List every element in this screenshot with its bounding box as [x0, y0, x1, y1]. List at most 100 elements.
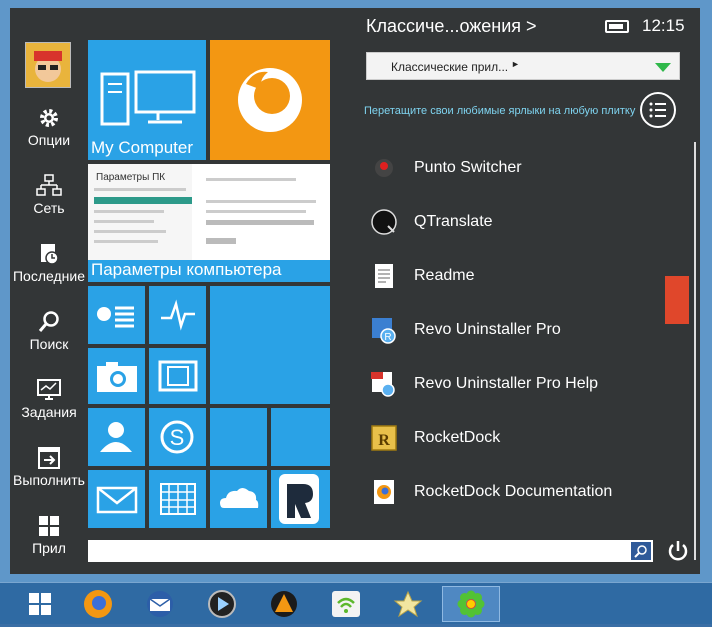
- recent-icon: [41, 244, 59, 265]
- tile-firefox[interactable]: [210, 40, 330, 160]
- sidebar: Опции Сеть Последние Поиск Задания Выпол…: [10, 8, 88, 574]
- tile-empty-2[interactable]: [271, 408, 330, 466]
- taskbar-firefox[interactable]: [74, 586, 122, 622]
- firefox-icon: [238, 68, 302, 132]
- sidebar-item-recent[interactable]: Последние: [10, 242, 88, 304]
- person-icon: [100, 422, 132, 452]
- media-player-icon: [208, 590, 236, 618]
- power-button[interactable]: [665, 538, 691, 564]
- tile-my-computer[interactable]: My Computer: [88, 40, 206, 160]
- list-item-revo-uninstaller-help[interactable]: Revo Uninstaller Pro Help: [370, 362, 660, 406]
- tile-calendar[interactable]: [149, 470, 206, 528]
- list-item-rocketdock-documentation[interactable]: RocketDock Documentation: [370, 470, 660, 514]
- aimp-icon: [271, 591, 297, 617]
- sidebar-item-label: Задания: [21, 404, 77, 420]
- preview-title: Параметры ПК: [96, 172, 166, 183]
- list-icon: [649, 102, 666, 118]
- camera-icon: [97, 362, 137, 392]
- film-icon: [158, 360, 198, 392]
- tile-label: My Computer: [91, 138, 194, 157]
- scrollbar-thumb[interactable]: [665, 276, 689, 324]
- gear-icon: [40, 109, 58, 127]
- tile-rocketdock[interactable]: [271, 470, 330, 528]
- sidebar-item-label: Прил: [32, 540, 66, 556]
- star-icon: [393, 590, 423, 618]
- apps-icon: [39, 516, 59, 536]
- tile-empty-1[interactable]: [210, 408, 267, 466]
- qtranslate-icon: [371, 209, 397, 235]
- sidebar-item-label: Опции: [27, 132, 71, 148]
- category-header[interactable]: Классиче...ожения >: [366, 16, 537, 37]
- category-select-value: Классические прил...: [391, 60, 509, 74]
- search-input[interactable]: [92, 542, 626, 560]
- category-select[interactable]: Классические прил... ►: [366, 52, 680, 80]
- tile-pc-settings[interactable]: Параметры ПК Параметры компьютера: [88, 164, 330, 282]
- tile-mail[interactable]: [88, 470, 145, 528]
- taskbar-wifi[interactable]: [322, 586, 370, 622]
- program-label: Punto Switcher: [414, 159, 522, 176]
- program-label: QTranslate: [414, 213, 493, 230]
- chevron-right-icon: ►: [511, 59, 520, 69]
- icq-icon: [457, 590, 485, 618]
- start-button[interactable]: [16, 586, 64, 622]
- tile-empty-large[interactable]: [210, 286, 330, 404]
- tile-video[interactable]: [149, 348, 206, 404]
- list-item-readme[interactable]: Readme: [370, 254, 660, 298]
- firefox-icon: [84, 590, 112, 618]
- tile-onedrive[interactable]: [210, 470, 267, 528]
- wifi-icon: [332, 591, 360, 617]
- punto-switcher-icon: [375, 159, 393, 177]
- sidebar-item-search[interactable]: Поиск: [10, 310, 88, 372]
- taskbar-media-player[interactable]: [198, 586, 246, 622]
- search-icon: [634, 545, 647, 558]
- sidebar-item-options[interactable]: Опции: [10, 106, 88, 168]
- user-avatar[interactable]: [25, 42, 71, 88]
- sidebar-item-label: Поиск: [29, 336, 69, 352]
- tile-monitor[interactable]: [149, 286, 206, 344]
- clock: 12:15: [642, 16, 685, 35]
- svg-text:S: S: [170, 425, 185, 450]
- pc-settings-preview: Параметры ПК: [88, 164, 330, 260]
- taskbar-aimp[interactable]: [260, 586, 308, 622]
- control-panel-icon: [97, 306, 134, 328]
- tile-people[interactable]: [88, 408, 145, 466]
- tile-skype[interactable]: S: [149, 408, 206, 466]
- dropdown-arrow-icon[interactable]: [655, 63, 671, 72]
- document-icon: [375, 264, 393, 288]
- power-icon: [668, 541, 688, 561]
- scrollbar-track[interactable]: [694, 142, 696, 560]
- windows-start-icon: [29, 593, 51, 615]
- computer-icon: [100, 70, 196, 126]
- revo-uninstaller-icon: R: [372, 318, 396, 344]
- list-item-qtranslate[interactable]: QTranslate: [370, 200, 660, 244]
- list-item-punto-switcher[interactable]: Punto Switcher: [370, 146, 660, 190]
- taskbar-thunderbird[interactable]: [136, 586, 184, 622]
- sidebar-item-label: Выполнить: [13, 472, 85, 488]
- program-label: RocketDock: [414, 429, 501, 446]
- sidebar-item-run[interactable]: Выполнить: [10, 446, 88, 508]
- taskbar: [0, 582, 712, 624]
- list-view-button[interactable]: [640, 92, 676, 128]
- sidebar-item-network[interactable]: Сеть: [10, 174, 88, 236]
- tile-label: Параметры компьютера: [91, 260, 282, 279]
- search-button[interactable]: [631, 542, 651, 560]
- tile-camera[interactable]: [88, 348, 145, 404]
- run-icon: [38, 447, 60, 469]
- rocketdock-icon: R: [371, 425, 397, 451]
- sidebar-item-label: Сеть: [33, 200, 65, 216]
- cloud-icon: [220, 488, 259, 508]
- network-icon: [36, 174, 62, 196]
- thunderbird-icon: [147, 591, 173, 617]
- tasks-icon: [37, 379, 61, 400]
- list-item-rocketdock[interactable]: R RocketDock: [370, 416, 660, 460]
- sidebar-item-apps[interactable]: Прил: [10, 514, 88, 576]
- search-bar[interactable]: [88, 540, 653, 562]
- taskbar-favorites[interactable]: [384, 586, 432, 622]
- taskbar-icq[interactable]: [442, 586, 500, 622]
- sidebar-item-tasks[interactable]: Задания: [10, 378, 88, 440]
- tile-control-panel[interactable]: [88, 286, 145, 344]
- list-item-revo-uninstaller[interactable]: R Revo Uninstaller Pro: [370, 308, 660, 352]
- program-label: RocketDock Documentation: [414, 483, 613, 500]
- svg-text:R: R: [384, 332, 391, 343]
- battery-icon: [605, 20, 629, 33]
